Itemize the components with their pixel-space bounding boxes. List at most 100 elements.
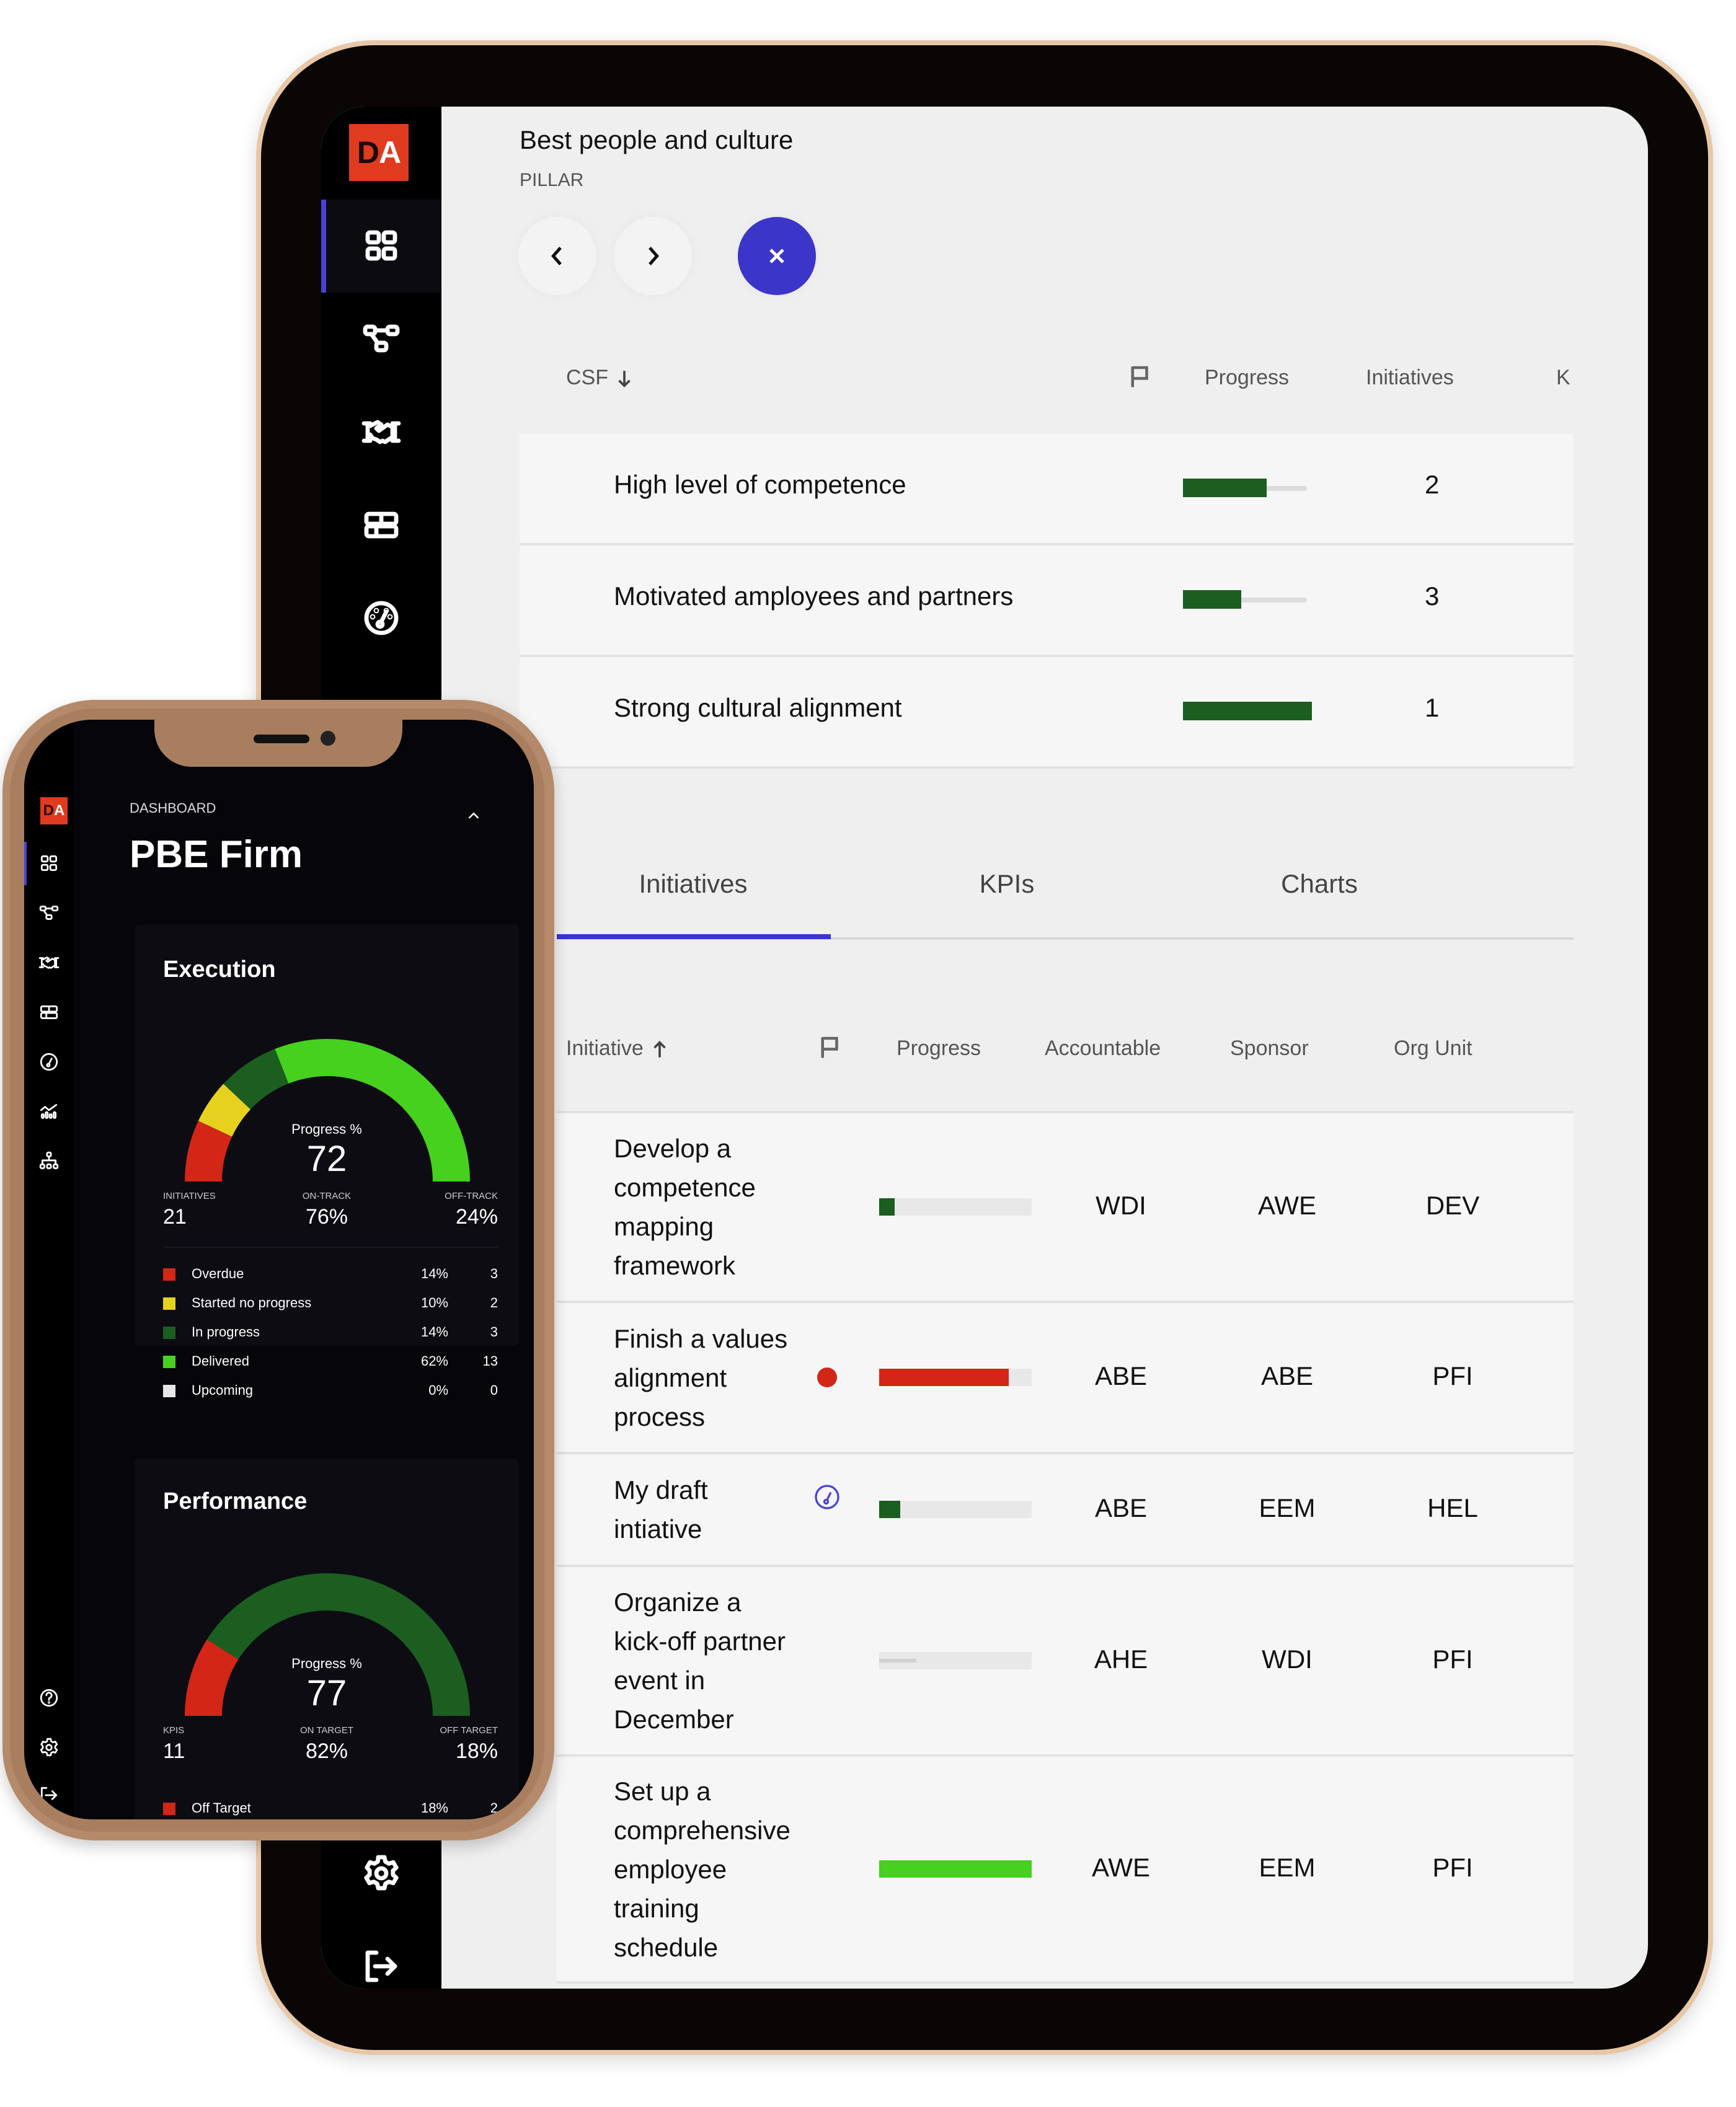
tab-kpis[interactable]: KPIs xyxy=(870,869,1143,899)
phone-screen: DA DASHBOARD PBE Firm Execution Progress… xyxy=(24,720,534,1819)
progress-column-header[interactable]: Progress xyxy=(1205,366,1289,390)
gear-icon xyxy=(364,1855,399,1891)
legend-swatch xyxy=(163,1297,175,1310)
next-button[interactable] xyxy=(614,217,692,295)
previous-button[interactable] xyxy=(518,217,596,295)
page-subtitle: PILLAR xyxy=(520,170,584,190)
stat-label: ON-TRACK xyxy=(302,1191,352,1201)
phone-nav-strategy-map[interactable] xyxy=(24,891,74,935)
phone-nav-layout[interactable] xyxy=(24,991,74,1034)
initiative-name[interactable]: Set up a comprehensive employee training… xyxy=(614,1772,800,1967)
legend-percent: 14% xyxy=(420,1324,448,1340)
grid-icon xyxy=(365,230,397,261)
collapse-button[interactable] xyxy=(464,806,483,828)
gear-icon xyxy=(40,1738,58,1757)
sidebar-item-settings[interactable] xyxy=(321,1827,441,1920)
sidebar-item-layout[interactable] xyxy=(321,479,441,572)
stat-off-track: OFF-TRACK 24% xyxy=(374,1191,498,1229)
progress-bar xyxy=(1183,590,1241,609)
initiatives-column-header[interactable]: Initiatives xyxy=(1366,366,1454,390)
initiative-column-header[interactable]: Initiative xyxy=(566,1036,670,1061)
legend-count: 0 xyxy=(490,1382,498,1398)
close-button[interactable] xyxy=(738,217,816,295)
help-icon xyxy=(40,1689,58,1707)
chevron-right-icon xyxy=(649,247,659,265)
initiative-row[interactable]: Develop a competence mapping framework WD… xyxy=(557,1113,1574,1303)
sponsor-cell: WDI xyxy=(1262,1645,1313,1674)
phone-nav-help[interactable] xyxy=(24,1676,74,1720)
chart-icon xyxy=(40,1103,58,1120)
progress-bar xyxy=(879,1369,1009,1386)
accountable-cell: ABE xyxy=(1094,1361,1148,1390)
csf-column-header[interactable]: CSF xyxy=(566,366,635,390)
phone-nav-partners[interactable] xyxy=(24,941,74,984)
app-logo[interactable]: DA xyxy=(40,797,68,824)
legend-row: Off Target 18% 2 xyxy=(163,1796,498,1819)
progress-track xyxy=(879,1860,1032,1878)
accountable-cell: ABE xyxy=(1094,1493,1148,1522)
initiative-row[interactable]: Organize a kick-off partner event in Dec… xyxy=(557,1567,1574,1757)
phone-nav-logout[interactable] xyxy=(24,1774,74,1817)
phone-nav-dashboard[interactable] xyxy=(24,842,74,885)
gauge-value: 72 xyxy=(306,1139,347,1179)
org-chart-icon xyxy=(39,1151,59,1170)
legend-name: Overdue xyxy=(192,1266,244,1281)
initiative-row[interactable]: Set up a comprehensive employee training… xyxy=(557,1757,1574,1984)
legend-row: In progress 14% 3 xyxy=(163,1320,498,1345)
tab-initiatives[interactable]: Initiatives xyxy=(557,869,830,899)
initiative-row[interactable]: My draft intiative ABE EEM HEL xyxy=(557,1454,1574,1567)
app-logo[interactable]: DA xyxy=(349,124,409,181)
sidebar-item-dashboard[interactable] xyxy=(321,200,441,293)
sidebar-item-partners[interactable] xyxy=(321,386,441,479)
tab-charts[interactable]: Charts xyxy=(1183,869,1456,899)
legend-swatch xyxy=(163,1356,175,1368)
stat-off-target: OFF TARGET 18% xyxy=(374,1725,498,1764)
stat-label: ON TARGET xyxy=(299,1725,354,1736)
initiative-name[interactable]: Develop a competence mapping framework xyxy=(614,1129,800,1285)
phone-nav-charts[interactable] xyxy=(24,1090,74,1133)
sponsor-column-header[interactable]: Sponsor xyxy=(1230,1036,1309,1061)
legend-count: 2 xyxy=(490,1295,498,1310)
k-column-header[interactable]: K xyxy=(1556,366,1570,390)
flag-column-header[interactable] xyxy=(817,1034,843,1066)
sidebar-item-strategy-map[interactable] xyxy=(321,293,441,386)
progress-column-header[interactable]: Progress xyxy=(897,1036,981,1061)
legend-percent: 14% xyxy=(420,1266,448,1281)
phone-nav-org-chart[interactable] xyxy=(24,1139,74,1183)
performance-card: Performance Progress % 77 KPIS 11 ON TARGE… xyxy=(135,1459,519,1819)
sidebar-item-performance[interactable] xyxy=(321,572,441,665)
legend-percent: 18% xyxy=(420,1800,448,1816)
active-tab-indicator xyxy=(557,934,831,939)
flag-column-header[interactable] xyxy=(1127,363,1153,395)
gauge-value: 77 xyxy=(306,1673,347,1713)
csf-row[interactable]: Motivated amployees and partners 3 xyxy=(520,546,1574,657)
legend-swatch xyxy=(163,1803,175,1815)
legend-count: 13 xyxy=(482,1353,498,1369)
table-layout-icon xyxy=(40,1005,58,1019)
progress-bar xyxy=(1183,702,1312,720)
sort-up-icon xyxy=(653,1041,666,1058)
accountable-cell: AHE xyxy=(1094,1645,1148,1674)
phone-nav-settings[interactable] xyxy=(24,1726,74,1769)
initiative-row[interactable]: Finish a values alignment process ABE ABE P… xyxy=(557,1303,1574,1454)
speaker xyxy=(254,735,309,743)
logout-icon xyxy=(365,1950,397,1982)
org-unit-column-header[interactable]: Org Unit xyxy=(1394,1036,1472,1061)
table-layout-icon xyxy=(364,511,399,539)
grid-icon xyxy=(40,855,58,872)
initiative-name[interactable]: Finish a values alignment process xyxy=(614,1319,800,1436)
csf-row[interactable]: High level of competence 2 xyxy=(520,434,1574,546)
initiative-name[interactable]: My draft intiative xyxy=(614,1470,800,1548)
initiatives-count: 1 xyxy=(1425,693,1440,722)
accountable-column-header[interactable]: Accountable xyxy=(1045,1036,1161,1061)
legend-percent: 10% xyxy=(420,1295,448,1310)
accountable-cell: WDI xyxy=(1096,1191,1146,1220)
sidebar-item-logout[interactable] xyxy=(321,1920,441,1989)
sort-down-icon xyxy=(618,371,631,387)
draft-gauge-icon xyxy=(815,1485,839,1509)
legend-row: Overdue 14% 3 xyxy=(163,1262,498,1287)
initiative-name[interactable]: Organize a kick-off partner event in Dec… xyxy=(614,1583,800,1739)
card-title: Performance xyxy=(163,1488,308,1514)
phone-nav-performance[interactable] xyxy=(24,1040,74,1084)
csf-row[interactable]: Strong cultural alignment 1 xyxy=(520,657,1574,769)
